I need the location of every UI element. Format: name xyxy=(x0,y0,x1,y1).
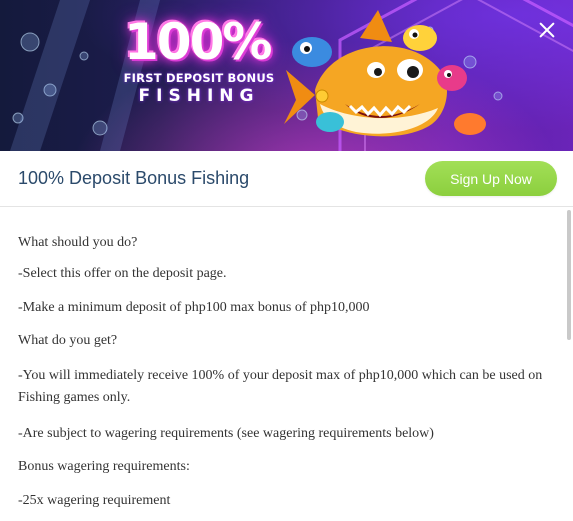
promo-modal: 100% FIRST DEPOSIT BONUS FISHING 100% De… xyxy=(0,0,573,521)
detail-line: -Select this offer on the deposit page. xyxy=(18,266,227,281)
banner-artwork xyxy=(10,0,573,151)
detail-line: -25x wagering requirement xyxy=(18,493,171,508)
sign-up-button[interactable]: Sign Up Now xyxy=(425,161,557,196)
detail-line: Bonus wagering requirements: xyxy=(18,459,190,474)
detail-line: -You will immediately receive 100% of yo… xyxy=(18,368,543,405)
promo-title: 100% Deposit Bonus Fishing xyxy=(18,168,250,188)
promo-category: FISHING xyxy=(138,86,260,106)
promo-subline: FIRST DEPOSIT BONUS xyxy=(123,71,275,85)
detail-line: -Are subject to wagering requirements (s… xyxy=(18,426,434,441)
detail-line: What should you do? xyxy=(18,235,138,250)
detail-line: -Make a minimum deposit of php100 max bo… xyxy=(18,300,370,315)
close-icon[interactable] xyxy=(539,22,555,38)
promo-headline: 100% xyxy=(124,13,272,71)
promo-details: What should you do? -Select this offer o… xyxy=(0,207,573,521)
promo-banner: 100% FIRST DEPOSIT BONUS FISHING xyxy=(0,0,573,151)
scrollbar-thumb[interactable] xyxy=(567,210,571,340)
detail-line: What do you get? xyxy=(18,333,118,348)
